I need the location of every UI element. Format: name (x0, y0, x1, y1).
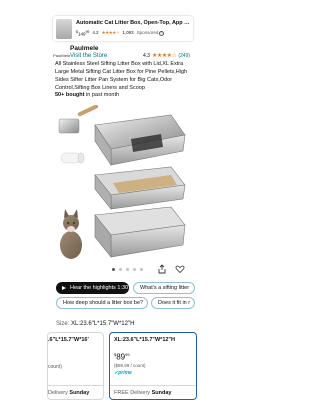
visit-store-link[interactable]: Visit the Store (70, 53, 107, 59)
rating-value: 4.3 (143, 52, 150, 59)
product-rating[interactable]: 4.3 ★★★★☆ (249) (143, 52, 190, 60)
sponsored-ad-card[interactable]: Automatic Cat Litter Box, Open-Top, App … (53, 16, 193, 41)
rating-count[interactable]: (249) (178, 53, 190, 59)
liner-roll-illustration (60, 152, 85, 164)
size-option-price: $8999 (114, 352, 130, 362)
size-option-delivery: FREE Delivery Sunday (114, 390, 172, 396)
carousel-dot[interactable] (126, 268, 129, 271)
carousel-dot[interactable] (112, 268, 115, 271)
carousel-dot[interactable] (133, 268, 136, 271)
base-pan-illustration (94, 206, 186, 258)
question-chip[interactable]: What's a sifting litter (133, 282, 195, 294)
question-chip[interactable]: How deep should a litter box be? (56, 297, 148, 309)
carousel-dot[interactable] (140, 268, 143, 271)
sponsored-label[interactable]: Sponsored i (137, 30, 165, 36)
prime-badge: ✓prime (114, 370, 132, 376)
ad-review-count: 1,093 (122, 30, 134, 35)
cat-illustration (60, 209, 82, 259)
play-icon (62, 286, 66, 290)
sifting-tray-illustration (94, 166, 186, 210)
size-option-selected[interactable]: XL:23.6"L*15.7"W*12"H $8999 ($89.99 / co… (109, 332, 197, 400)
scoop-illustration (58, 105, 99, 134)
brand-logo[interactable]: PaulMele (53, 53, 70, 58)
info-icon[interactable]: i (159, 30, 165, 36)
question-chip[interactable]: Does it fit in r (151, 297, 195, 309)
lid-illustration (94, 114, 186, 166)
product-image[interactable] (53, 105, 198, 265)
heart-icon[interactable] (175, 264, 185, 274)
ad-price: $14999 (76, 29, 90, 37)
size-option-delivery: Delivery Sunday (48, 390, 90, 396)
ad-rating: 4.2 (92, 30, 99, 35)
rating-stars-icon: ★★★★☆ (151, 53, 177, 59)
carousel-dot[interactable] (119, 268, 122, 271)
ad-title[interactable]: Automatic Cat Litter Box, Open-Top, App … (76, 20, 190, 27)
share-icon[interactable] (157, 264, 167, 274)
size-label: Size: XL:23.6"L*15.7"W*12"H (56, 321, 135, 327)
size-option-unit: count) (48, 364, 62, 370)
size-option-name: .6"L*15.7"W*16' (48, 337, 89, 343)
bought-count: 50+ bought in past month (55, 92, 120, 98)
brand-name[interactable]: Paulmele (70, 45, 99, 52)
hear-highlights-button[interactable]: Hear the highlights 1:30 (56, 282, 129, 294)
ad-product-thumbnail (56, 18, 72, 39)
size-option[interactable]: .6"L*15.7"W*16' count) Delivery Sunday (47, 332, 104, 400)
size-option-unit: ($89.99 / count) (114, 363, 146, 368)
size-option-name: XL:23.6"L*15.7"W*12"H (114, 337, 176, 343)
product-title: All Stainless Steel Sifting Litter Box w… (55, 61, 188, 91)
carousel-dots[interactable] (112, 268, 143, 271)
ad-stars-icon: ★★★★☆ (101, 30, 120, 35)
